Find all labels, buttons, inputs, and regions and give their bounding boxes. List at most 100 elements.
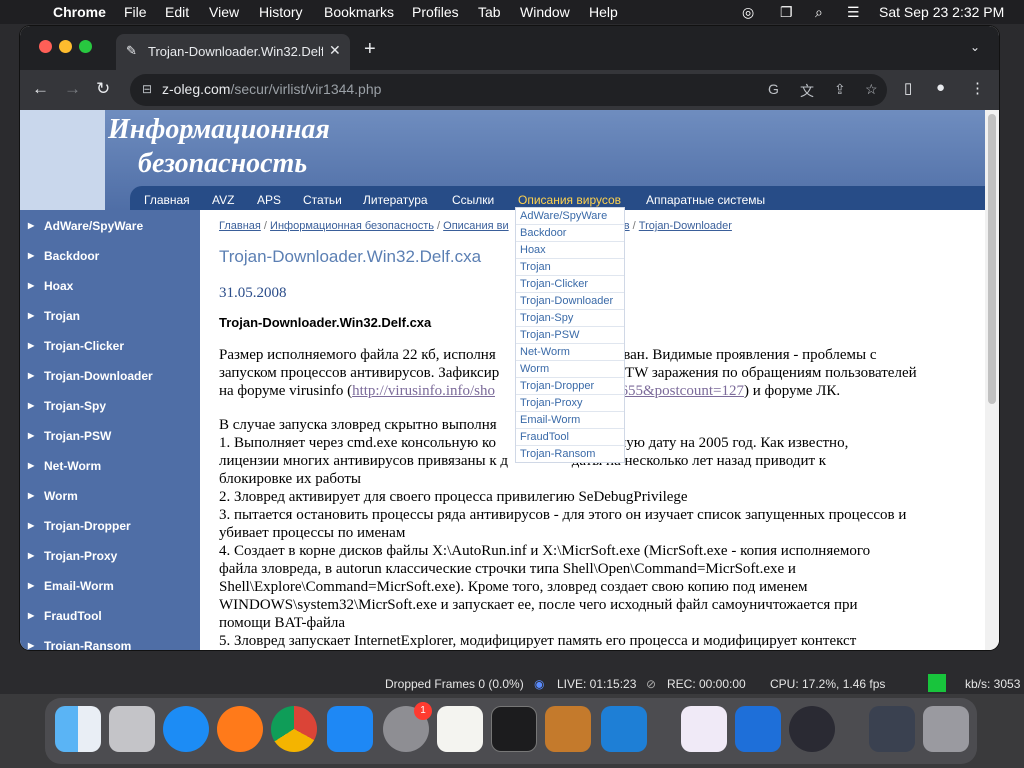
menu-datetime[interactable]: Sat Sep 23 2:32 PM xyxy=(879,4,1004,20)
nav-hardware[interactable]: Аппаратные системы xyxy=(646,190,765,210)
new-tab-icon[interactable]: + xyxy=(364,38,376,61)
chrome-menu-icon[interactable]: ⋮ xyxy=(970,79,985,97)
tab-active[interactable]: ✎ Trojan-Downloader.Win32.Delf. ✕ xyxy=(116,34,350,70)
google-icon[interactable]: G xyxy=(768,81,779,97)
menu-window[interactable]: Window xyxy=(520,4,570,20)
breadcrumb-infosec[interactable]: Информационная безопасность xyxy=(270,220,434,232)
sidebar-item-label: Trojan-Ransom xyxy=(44,639,132,650)
control-center-icon[interactable]: ☰ xyxy=(847,4,860,21)
profile-icon[interactable]: ● xyxy=(936,79,945,96)
search-icon[interactable]: ⌕ xyxy=(815,4,823,21)
menu-profiles[interactable]: Profiles xyxy=(412,4,459,20)
sidebar-item-email-worm[interactable]: ▶ Email-Worm xyxy=(20,572,200,602)
virusinfo-link-tail[interactable]: 4655&postcount=127 xyxy=(613,383,744,399)
menu-view[interactable]: View xyxy=(209,4,239,20)
sidebar-item-trojan-psw[interactable]: ▶ Trojan-PSW xyxy=(20,422,200,452)
share-icon[interactable]: ⇪ xyxy=(834,81,846,98)
sidebar-item-label: Email-Worm xyxy=(44,579,114,593)
site-info-icon[interactable]: ⊟ xyxy=(142,82,152,96)
dropdown-item-trojan-clicker[interactable]: Trojan-Clicker xyxy=(516,276,624,293)
obs-icon[interactable] xyxy=(789,706,835,752)
address-url[interactable]: z-oleg.com/secur/virlist/vir1344.php xyxy=(162,81,381,97)
menu-file[interactable]: File xyxy=(124,4,147,20)
menu-tab[interactable]: Tab xyxy=(478,4,501,20)
sidebar-item-trojan-proxy[interactable]: ▶ Trojan-Proxy xyxy=(20,542,200,572)
app-store-icon[interactable] xyxy=(327,706,373,752)
sidebar-item-adware[interactable]: ▶ AdWare/SpyWare xyxy=(20,212,200,242)
back-icon[interactable]: ← xyxy=(32,79,49,99)
reload-icon[interactable]: ↻ xyxy=(96,79,110,99)
page-scrollbar[interactable] xyxy=(985,110,999,650)
scrollbar-thumb[interactable] xyxy=(988,114,996,404)
breadcrumb-trojan-downloader[interactable]: Trojan-Downloader xyxy=(639,220,732,232)
sidebar-item-backdoor[interactable]: ▶ Backdoor xyxy=(20,242,200,272)
tab-search-chevron-icon[interactable]: ⌄ xyxy=(970,40,980,54)
menu-app-name[interactable]: Chrome xyxy=(53,4,106,20)
firefox-icon[interactable] xyxy=(217,706,263,752)
sidebar-item-trojan-clicker[interactable]: ▶ Trojan-Clicker xyxy=(20,332,200,362)
nav-links[interactable]: Ссылки xyxy=(452,190,494,210)
nav-literature[interactable]: Литература xyxy=(363,190,428,210)
safari-icon[interactable] xyxy=(163,706,209,752)
breadcrumb-virus-descriptions[interactable]: Описания ви xyxy=(443,220,509,232)
virusinfo-link[interactable]: http://virusinfo.info/sho xyxy=(352,383,495,399)
finder-icon[interactable] xyxy=(55,706,101,752)
launchpad-icon[interactable] xyxy=(109,706,155,752)
sidebar-item-net-worm[interactable]: ▶ Net-Worm xyxy=(20,452,200,482)
dropdown-item-trojan[interactable]: Trojan xyxy=(516,259,624,276)
creative-cloud-icon[interactable]: ◎ xyxy=(742,4,754,21)
dropdown-item-trojan-downloader[interactable]: Trojan-Downloader xyxy=(516,293,624,310)
dropdown-item-backdoor[interactable]: Backdoor xyxy=(516,225,624,242)
tab-close-icon[interactable]: ✕ xyxy=(329,42,341,59)
textedit-icon[interactable] xyxy=(437,706,483,752)
vscode-icon[interactable] xyxy=(601,706,647,752)
sidebar-item-fraudtool[interactable]: ▶ FraudTool xyxy=(20,602,200,632)
forward-icon[interactable]: → xyxy=(64,79,81,99)
p2-line: WINDOWS\system32\MicrSoft.exe и запускае… xyxy=(219,597,858,613)
sidebar-item-trojan-downloader[interactable]: ▶ Trojan-Downloader xyxy=(20,362,200,392)
dropdown-item-trojan-dropper[interactable]: Trojan-Dropper xyxy=(516,378,624,395)
sidebar-item-hoax[interactable]: ▶ Hoax xyxy=(20,272,200,302)
screen-icon[interactable] xyxy=(869,706,915,752)
menu-history[interactable]: History xyxy=(259,4,303,20)
close-window-icon[interactable] xyxy=(39,40,52,53)
dropdown-item-fraudtool[interactable]: FraudTool xyxy=(516,429,624,446)
visual-studio-icon[interactable] xyxy=(681,706,727,752)
sidebar-item-trojan-spy[interactable]: ▶ Trojan-Spy xyxy=(20,392,200,422)
dropdown-item-adware[interactable]: AdWare/SpyWare xyxy=(516,208,624,225)
translate-icon[interactable]: 文 xyxy=(800,81,814,101)
trash-icon[interactable] xyxy=(923,706,969,752)
dropdown-item-email-worm[interactable]: Email-Worm xyxy=(516,412,624,429)
address-bar[interactable]: ⊟ z-oleg.com/secur/virlist/vir1344.php G… xyxy=(130,74,887,106)
sidebar-item-trojan-ransom[interactable]: ▶ Trojan-Ransom xyxy=(20,632,200,650)
menu-bookmarks[interactable]: Bookmarks xyxy=(324,4,394,20)
bookmark-star-icon[interactable]: ☆ xyxy=(865,81,878,98)
dropdown-item-worm[interactable]: Worm xyxy=(516,361,624,378)
dropdown-item-net-worm[interactable]: Net-Worm xyxy=(516,344,624,361)
sidebar-item-trojan[interactable]: ▶ Trojan xyxy=(20,302,200,332)
dropdown-item-trojan-proxy[interactable]: Trojan-Proxy xyxy=(516,395,624,412)
sidebar-item-trojan-dropper[interactable]: ▶ Trojan-Dropper xyxy=(20,512,200,542)
breadcrumb-home[interactable]: Главная xyxy=(219,220,261,232)
zoom-window-icon[interactable] xyxy=(79,40,92,53)
garageband-icon[interactable] xyxy=(545,706,591,752)
sidebar-item-worm[interactable]: ▶ Worm xyxy=(20,482,200,512)
article-subheading: Trojan-Downloader.Win32.Delf.cxa xyxy=(219,315,432,330)
dropdown-item-trojan-ransom[interactable]: Trojan-Ransom xyxy=(516,446,624,463)
menu-edit[interactable]: Edit xyxy=(165,4,189,20)
dropdown-item-trojan-psw[interactable]: Trojan-PSW xyxy=(516,327,624,344)
nav-avz[interactable]: AVZ xyxy=(212,190,234,210)
side-panel-icon[interactable]: ▯ xyxy=(904,79,912,97)
nav-articles[interactable]: Статьи xyxy=(303,190,342,210)
nav-home[interactable]: Главная xyxy=(144,190,190,210)
live-icon: ◉ xyxy=(534,677,545,691)
chrome-icon[interactable] xyxy=(271,706,317,752)
dropdown-item-trojan-spy[interactable]: Trojan-Spy xyxy=(516,310,624,327)
cloud-icon[interactable] xyxy=(735,706,781,752)
minimize-window-icon[interactable] xyxy=(59,40,72,53)
menu-help[interactable]: Help xyxy=(589,4,618,20)
terminal-icon[interactable] xyxy=(491,706,537,752)
dropdown-item-hoax[interactable]: Hoax xyxy=(516,242,624,259)
nav-aps[interactable]: APS xyxy=(257,190,281,210)
screen-mirror-icon[interactable]: ❐ xyxy=(780,4,793,21)
